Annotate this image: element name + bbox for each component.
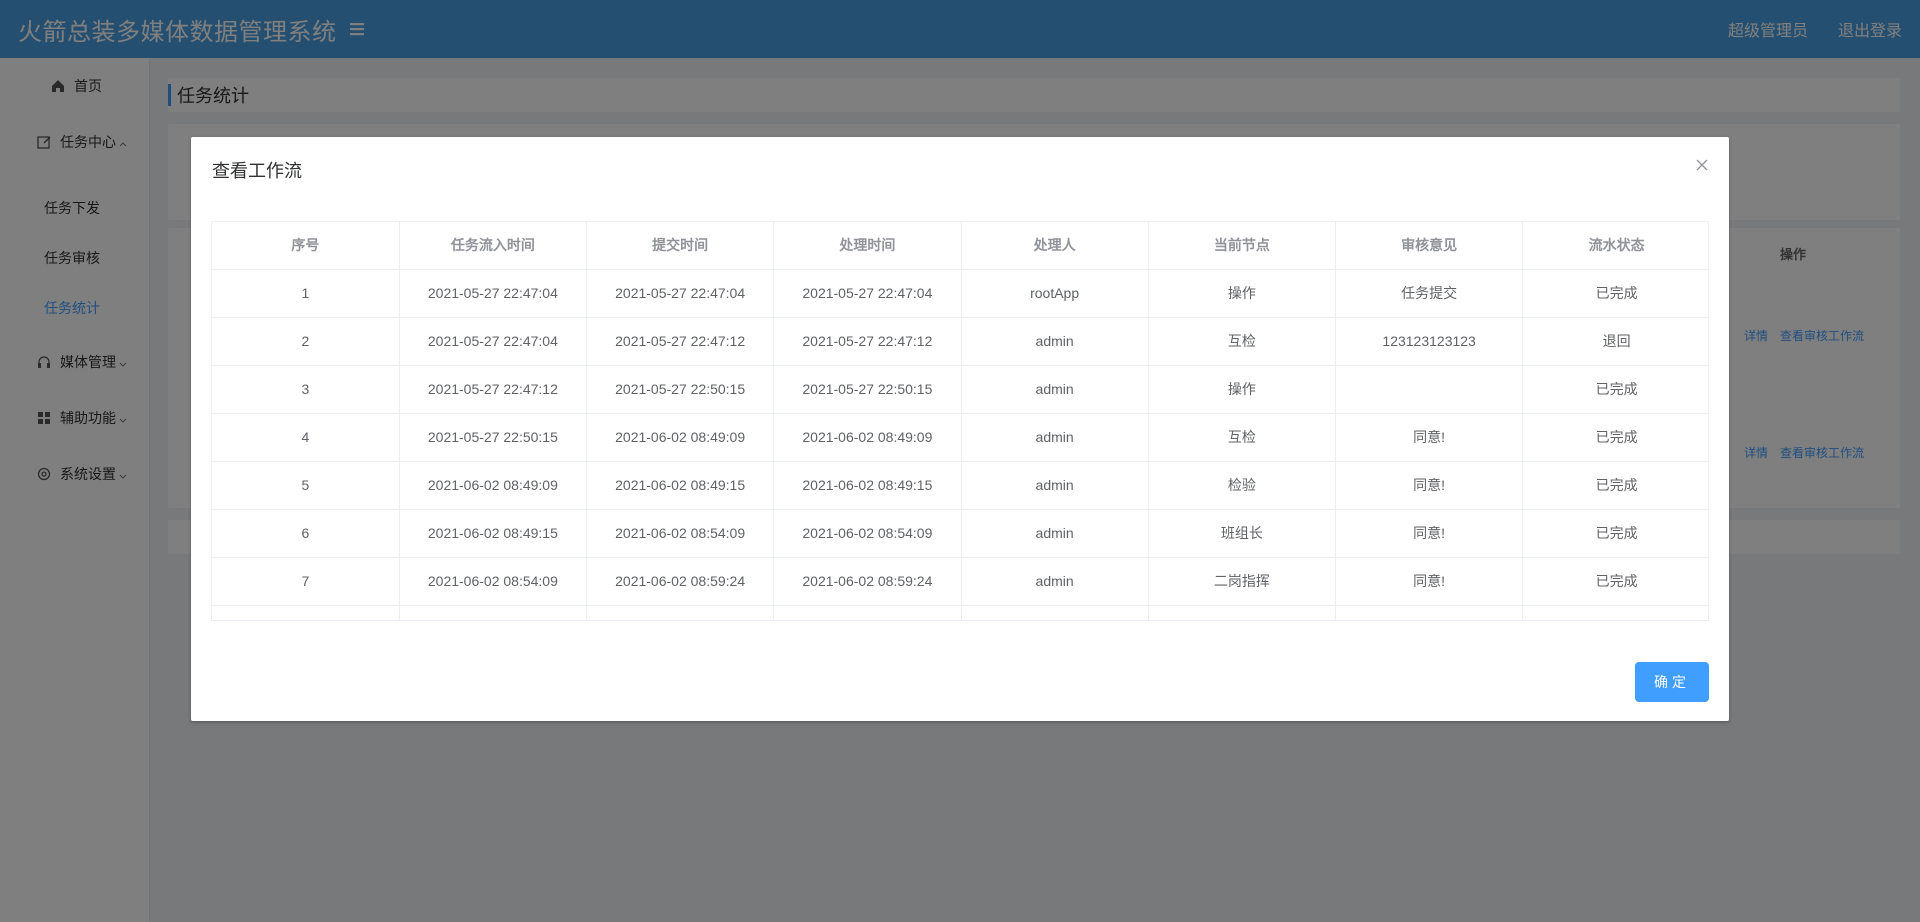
table-cell	[773, 605, 962, 620]
table-cell: 操作	[1148, 365, 1337, 414]
table-cell: 二岗指挥	[1148, 557, 1337, 606]
column-header: 提交时间	[586, 222, 775, 270]
table-row: 2 2021-05-27 22:47:04 2021-05-27 22:47:12 2…	[212, 317, 1708, 366]
table-cell: 2021-06-02 08:54:09	[399, 557, 588, 606]
table-row: 5 2021-06-02 08:49:09 2021-06-02 08:49:15 2…	[212, 461, 1708, 510]
table-cell: 同意!	[1335, 509, 1524, 558]
column-header: 审核意见	[1335, 222, 1524, 270]
table-row: 6 2021-06-02 08:49:15 2021-06-02 08:54:09 2…	[212, 509, 1708, 558]
table-cell: 2021-06-02 08:49:09	[773, 413, 962, 462]
table-cell: 7	[212, 557, 400, 606]
dialog-title: 查看工作流	[212, 161, 302, 182]
table-cell: 已完成	[1522, 269, 1708, 318]
workflow-dialog: 查看工作流 序号 任务流入时间 提交时间 处理时间 处理人 当前节点 审核意见 流水状态 12…	[191, 137, 1729, 721]
table-cell: 123123123123	[1335, 317, 1524, 366]
table-row	[212, 605, 1708, 620]
table-cell: 已完成	[1522, 557, 1708, 606]
table-header-row: 序号 任务流入时间 提交时间 处理时间 处理人 当前节点 审核意见 流水状态	[212, 222, 1708, 270]
table-cell: 2021-05-27 22:47:04	[586, 269, 775, 318]
table-cell: 已完成	[1522, 461, 1708, 510]
table-cell: 2021-05-27 22:47:04	[399, 269, 588, 318]
table-cell: 2021-05-27 22:47:12	[586, 317, 775, 366]
table-cell: 退回	[1522, 317, 1708, 366]
column-header: 任务流入时间	[399, 222, 588, 270]
table-cell: 3	[212, 365, 400, 414]
table-cell: 同意!	[1335, 461, 1524, 510]
table-cell: 同意!	[1335, 413, 1524, 462]
column-header: 序号	[212, 222, 400, 270]
table-cell	[1335, 365, 1524, 414]
table-cell	[212, 605, 400, 620]
table-cell: admin	[961, 413, 1149, 462]
workflow-table: 序号 任务流入时间 提交时间 处理时间 处理人 当前节点 审核意见 流水状态 1 2021-05…	[211, 221, 1709, 621]
table-row: 1 2021-05-27 22:47:04 2021-05-27 22:47:04 2…	[212, 269, 1708, 318]
table-cell: 2021-05-27 22:50:15	[773, 365, 962, 414]
table-cell: 2021-05-27 22:47:12	[399, 365, 588, 414]
table-cell: 已完成	[1522, 365, 1708, 414]
table-cell: admin	[961, 509, 1149, 558]
table-row: 4 2021-05-27 22:50:15 2021-06-02 08:49:09 2…	[212, 413, 1708, 462]
table-cell: rootApp	[961, 269, 1149, 318]
close-icon[interactable]	[1695, 157, 1709, 171]
column-header: 流水状态	[1522, 222, 1708, 270]
table-cell: 2021-06-02 08:49:15	[586, 461, 775, 510]
table-cell: 2021-06-02 08:49:15	[399, 509, 588, 558]
table-cell: 任务提交	[1335, 269, 1524, 318]
table-cell: 已完成	[1522, 509, 1708, 558]
table-cell: 已完成	[1522, 413, 1708, 462]
table-cell	[1522, 605, 1708, 620]
table-cell: 2021-06-02 08:49:09	[399, 461, 588, 510]
table-cell: 2021-06-02 08:54:09	[773, 509, 962, 558]
table-cell: 同意!	[1335, 557, 1524, 606]
table-cell: 5	[212, 461, 400, 510]
table-cell: 2021-05-27 22:47:12	[773, 317, 962, 366]
table-cell: 操作	[1148, 269, 1337, 318]
table-cell: 2021-06-02 08:59:24	[586, 557, 775, 606]
table-cell: 2021-06-02 08:59:24	[773, 557, 962, 606]
table-cell: 6	[212, 509, 400, 558]
table-cell	[1335, 605, 1524, 620]
table-cell: admin	[961, 461, 1149, 510]
table-cell: 2021-05-27 22:50:15	[399, 413, 588, 462]
table-cell: 2021-06-02 08:54:09	[586, 509, 775, 558]
table-cell: 2021-05-27 22:47:04	[773, 269, 962, 318]
table-cell: admin	[961, 557, 1149, 606]
confirm-button[interactable]: 确定	[1635, 662, 1709, 702]
table-cell	[586, 605, 775, 620]
table-cell: 1	[212, 269, 400, 318]
table-cell: 2021-05-27 22:50:15	[586, 365, 775, 414]
table-cell: admin	[961, 365, 1149, 414]
table-cell: 班组长	[1148, 509, 1337, 558]
column-header: 处理时间	[773, 222, 962, 270]
table-cell: 2021-05-27 22:47:04	[399, 317, 588, 366]
table-cell: 互检	[1148, 317, 1337, 366]
table-cell	[961, 605, 1149, 620]
column-header: 当前节点	[1148, 222, 1337, 270]
table-cell: 检验	[1148, 461, 1337, 510]
table-cell	[399, 605, 588, 620]
table-cell	[1148, 605, 1337, 620]
column-header: 处理人	[961, 222, 1149, 270]
app-root: 火箭总装多媒体数据管理系统 超级管理员 退出登录 首页	[0, 0, 1920, 922]
table-cell: 2	[212, 317, 400, 366]
table-row: 3 2021-05-27 22:47:12 2021-05-27 22:50:15 2…	[212, 365, 1708, 414]
table-cell: 2021-06-02 08:49:09	[586, 413, 775, 462]
table-cell: admin	[961, 317, 1149, 366]
table-cell: 互检	[1148, 413, 1337, 462]
table-row: 7 2021-06-02 08:54:09 2021-06-02 08:59:24 2…	[212, 557, 1708, 606]
table-cell: 2021-06-02 08:49:15	[773, 461, 962, 510]
table-cell: 4	[212, 413, 400, 462]
